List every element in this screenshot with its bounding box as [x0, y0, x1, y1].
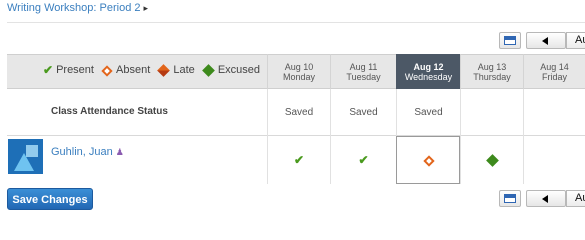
legend-present: ✔ Present — [43, 63, 94, 77]
attendance-cell[interactable]: ✔ — [267, 136, 330, 184]
previous-week-button-top[interactable] — [526, 32, 566, 49]
person-icon: ♟ — [115, 147, 124, 157]
day-weekday: Friday — [541, 72, 567, 82]
day-header[interactable]: Aug 13 Thursday — [460, 54, 523, 89]
day-column-tue: Aug 11 Tuesday Saved ✔ — [330, 54, 396, 184]
checkmark-icon: ✔ — [293, 153, 305, 167]
breadcrumb-text[interactable]: Writing Workshop: Period 2 — [7, 2, 140, 14]
half-diamond-icon — [157, 64, 171, 77]
day-header-active[interactable]: Aug 12 Wednesday — [396, 54, 460, 89]
day-date: Aug 12 — [413, 62, 444, 72]
status-cell: Saved — [330, 89, 396, 136]
attendance-grid: ✔ Present Absent Late Excused Class Atten… — [7, 54, 585, 184]
student-name[interactable]: Guhlin, Juan ♟ — [51, 146, 124, 158]
day-date: Aug 10 — [284, 62, 314, 72]
day-weekday: Wednesday — [404, 72, 453, 82]
attendance-cell[interactable] — [523, 136, 585, 184]
day-column-mon: Aug 10 Monday Saved ✔ — [267, 54, 330, 184]
status-row-label: Class Attendance Status — [51, 106, 168, 117]
solid-diamond-icon — [485, 154, 499, 168]
date-range-picker-top[interactable]: Au — [566, 32, 585, 49]
breadcrumb-arrow-icon: ▸ — [143, 3, 149, 13]
day-date: Aug 13 — [477, 62, 507, 72]
calendar-button-bottom[interactable] — [499, 190, 521, 207]
breadcrumb[interactable]: Writing Workshop: Period 2 ▸ — [7, 2, 148, 14]
solid-diamond-icon — [201, 64, 215, 77]
calendar-icon — [504, 36, 516, 45]
legend-excused: Excused — [201, 64, 260, 77]
day-column-fri: Aug 14 Friday — [523, 54, 585, 184]
hollow-diamond-icon — [101, 64, 113, 77]
previous-week-button-bottom[interactable] — [526, 190, 566, 207]
day-weekday: Tuesday — [346, 72, 381, 82]
save-changes-button[interactable]: Save Changes — [7, 188, 93, 210]
status-cell: Saved — [267, 89, 330, 136]
day-date: Aug 11 — [349, 62, 378, 72]
day-column-thu: Aug 13 Thursday — [460, 54, 523, 184]
day-weekday: Monday — [282, 72, 316, 82]
attendance-cell[interactable] — [460, 136, 523, 184]
calendar-button-top[interactable] — [499, 32, 521, 49]
attendance-legend: ✔ Present Absent Late Excused — [43, 54, 266, 87]
day-date: Aug 14 — [540, 62, 569, 72]
day-weekday: Thursday — [473, 72, 511, 82]
date-range-picker-bottom[interactable]: Au — [566, 190, 585, 207]
student-avatar — [8, 139, 43, 174]
active-day-frame — [396, 136, 460, 184]
day-header[interactable]: Aug 14 Friday — [523, 54, 585, 89]
legend-absent: Absent — [101, 64, 150, 77]
status-cell — [523, 89, 585, 136]
calendar-icon — [504, 194, 516, 203]
status-cell — [460, 89, 523, 136]
attendance-cell[interactable]: ✔ — [330, 136, 396, 184]
legend-late: Late — [157, 64, 195, 77]
arrow-left-icon — [542, 195, 548, 203]
header-divider — [7, 22, 585, 23]
day-header[interactable]: Aug 11 Tuesday — [330, 54, 396, 89]
checkmark-icon: ✔ — [43, 63, 54, 77]
day-header[interactable]: Aug 10 Monday — [267, 54, 330, 89]
status-cell: Saved — [396, 89, 460, 136]
arrow-left-icon — [542, 37, 548, 45]
checkmark-icon: ✔ — [358, 153, 369, 167]
